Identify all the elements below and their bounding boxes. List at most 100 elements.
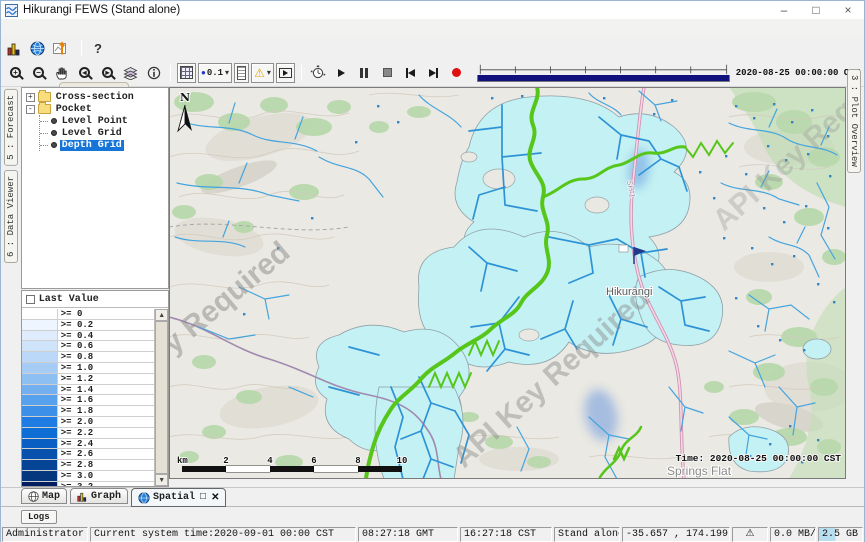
node-icon [51,130,57,136]
point-size-dropdown[interactable]: ● 0.1 ▾ [198,63,232,83]
legend-swatch [22,406,58,416]
zoom-out-button[interactable]: − [28,63,49,83]
time-span-bar[interactable] [477,75,730,82]
point-size-value: 0.1 [207,68,223,78]
last-value-checkbox[interactable] [26,295,35,304]
tab-map[interactable]: Map [21,488,67,504]
legend-entry[interactable]: >= 0.4 [22,331,154,342]
legend-panel: Last Value >= 0 >= 0.2 >= 0.4 [21,290,169,487]
bottom-tab-bar: Map Graph Spatial □ ✕ [1,487,864,507]
skip-to-start-button[interactable] [400,63,421,83]
legend-swatch [22,320,58,330]
play-button[interactable] [331,63,352,83]
right-tab-strip: 3 : Plot Overview [846,87,864,487]
grid-display-globe-icon[interactable] [30,41,45,56]
tree-pocket[interactable]: - Pocket [26,103,168,115]
hand-icon [55,66,69,80]
status-memory: 2.5 GB [818,527,863,542]
scroll-up-icon[interactable]: ▲ [155,309,168,321]
legend-entry[interactable]: >= 2.6 [22,449,154,460]
legend-entry[interactable]: >= 1.4 [22,385,154,396]
legend-entry[interactable]: >= 0.6 [22,341,154,352]
legend-entry[interactable]: >= 2.8 [22,460,154,471]
tab-data-viewer[interactable]: 6 : Data Viewer [4,170,18,263]
status-system-time: Current system time:2020-09-01 00:00 CST [90,527,356,542]
status-bar: Administrator Current system time:2020-0… [1,526,864,542]
tab-forecast[interactable]: 5 : Forecast [4,89,18,166]
legend-entry[interactable]: >= 1.0 [22,363,154,374]
legend-scrollbar[interactable]: ▲ ▼ [154,309,168,486]
play-icon [338,69,345,77]
main-toolbar: ? [1,37,864,59]
app-logo-icon [5,4,18,17]
grid-icon [180,66,193,79]
help-icon[interactable]: ? [94,41,102,56]
pan-button[interactable] [51,63,72,83]
skip-to-end-button[interactable] [423,63,444,83]
zoom-previous-button[interactable]: ◂ [74,63,95,83]
tab-graph[interactable]: Graph [70,488,128,504]
legend-entry[interactable]: >= 3.0 [22,471,154,482]
legend-swatch [22,471,58,481]
map-canvas[interactable]: API Key Required API Key Required API Ke… [169,87,846,479]
scale-unit: km [177,456,188,466]
legend-entry[interactable]: >= 3.2 [22,482,154,486]
tree-depth-grid[interactable]: Depth Grid [40,139,168,151]
tab-close-icon[interactable]: ✕ [211,492,219,504]
timeseries-display-icon[interactable] [53,41,69,56]
zoom-in-button[interactable]: + [5,63,26,83]
tree-level-point[interactable]: Level Point [40,115,168,127]
time-slider[interactable] [477,63,730,82]
window-title: Hikurangi FEWS (Stand alone) [23,4,180,16]
tree-cross-section[interactable]: + Cross-section [26,91,168,103]
legend-entry[interactable]: >= 1.8 [22,406,154,417]
legend-swatch [22,417,58,427]
tab-spatial[interactable]: Spatial □ ✕ [131,488,226,507]
info-button[interactable] [143,63,164,83]
legend-swatch [22,385,58,395]
svg-text:2: 2 [223,456,228,466]
archive-display-icon[interactable] [7,41,22,56]
expander-icon[interactable]: - [26,105,35,114]
expander-icon[interactable]: + [26,93,35,102]
grid-toggle-button[interactable] [177,63,196,83]
legend-entry[interactable]: >= 0.8 [22,352,154,363]
magnifier-next-icon: ▸ [102,67,113,78]
animation-button[interactable] [276,63,295,83]
locality-label: Springs Flat [667,464,732,478]
layers-button[interactable] [120,63,141,83]
record-button[interactable] [446,63,467,83]
legend-entry[interactable]: >= 2.2 [22,428,154,439]
thresholds-dropdown[interactable]: ⚠ ▾ [251,63,274,83]
legend-entry[interactable]: >= 0.2 [22,320,154,331]
legend-entry[interactable]: >= 2.0 [22,417,154,428]
svg-text:4: 4 [267,456,273,466]
legend-entry[interactable]: >= 0 [22,309,154,320]
tab-maximize-icon[interactable]: □ [200,492,206,503]
map-toolbar: + − ◂ ▸ ● 0.1 ▾ [1,59,864,87]
left-tab-strip: 5 : Forecast 6 : Data Viewer [1,87,21,487]
legend-entry[interactable]: >= 2.4 [22,439,154,450]
tree-level-grid[interactable]: Level Grid [40,127,168,139]
scroll-down-icon[interactable]: ▼ [155,474,168,486]
logs-button[interactable]: Logs [21,510,57,524]
status-warning-icon[interactable]: ⚠ [732,527,768,542]
tab-plot-overview[interactable]: 3 : Plot Overview [847,69,861,173]
close-button[interactable]: × [832,1,864,19]
time-navigator-button[interactable] [308,63,329,83]
timeline-control[interactable]: 2020-08-25 00:00:00 CST [477,63,860,82]
scroll-thumb[interactable] [155,321,168,474]
legend-button[interactable] [234,63,249,83]
legend-swatch [22,374,58,384]
maximize-button[interactable]: □ [800,1,832,19]
stop-button[interactable] [377,63,398,83]
legend-entry[interactable]: >= 1.6 [22,395,154,406]
minimize-button[interactable]: – [768,1,800,19]
pause-button[interactable] [354,63,375,83]
status-mode: Stand alone [554,527,620,542]
chevron-down-icon: ▾ [225,68,229,77]
magnifier-minus-icon: − [33,67,44,78]
legend-entry[interactable]: >= 1.2 [22,374,154,385]
svg-text:10: 10 [397,456,408,466]
zoom-next-button[interactable]: ▸ [97,63,118,83]
